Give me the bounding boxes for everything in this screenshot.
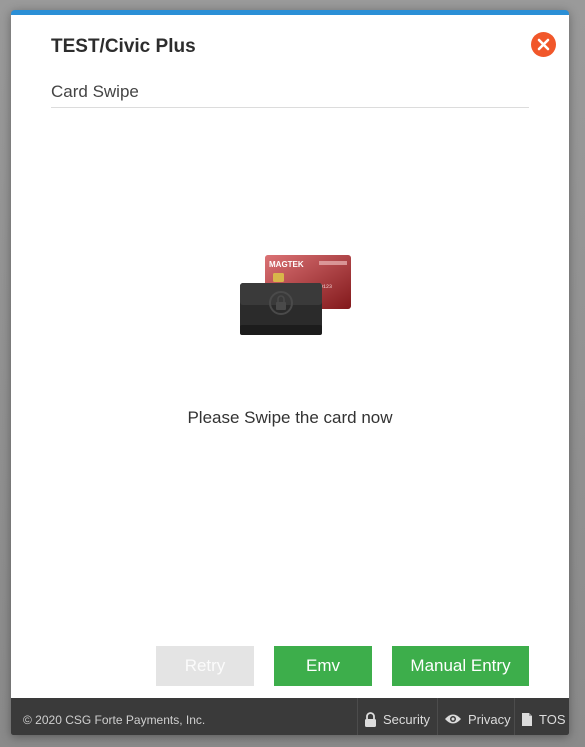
card-reader-illustration: MAGTEK 4417 0034 5618 9123: [240, 255, 351, 335]
lock-icon: [364, 711, 377, 727]
close-button[interactable]: [531, 32, 556, 57]
tos-label: TOS: [539, 711, 566, 727]
card-brand-text: MAGTEK: [269, 260, 304, 269]
dialog-footer: © 2020 CSG Forte Payments, Inc. Security…: [11, 698, 569, 735]
manual-entry-button[interactable]: Manual Entry: [392, 646, 529, 686]
eye-icon: [444, 713, 462, 725]
retry-button[interactable]: Retry: [156, 646, 254, 686]
security-label: Security: [383, 711, 430, 727]
swipe-instruction: Please Swipe the card now: [187, 408, 393, 427]
document-icon: [521, 712, 533, 727]
copyright-text: © 2020 CSG Forte Payments, Inc.: [23, 713, 206, 727]
privacy-link[interactable]: Privacy: [437, 698, 511, 735]
subtitle-divider: [51, 107, 529, 108]
privacy-label: Privacy: [468, 711, 511, 727]
dialog-subtitle: Card Swipe: [51, 82, 139, 101]
emv-button[interactable]: Emv: [274, 646, 372, 686]
close-icon: [537, 38, 550, 51]
security-link[interactable]: Security: [357, 698, 430, 735]
tos-link[interactable]: TOS: [514, 698, 566, 735]
card-swipe-dialog: TEST/Civic Plus Card Swipe MAGTEK 4417 0…: [11, 10, 569, 735]
dialog-title: TEST/Civic Plus: [51, 36, 196, 57]
